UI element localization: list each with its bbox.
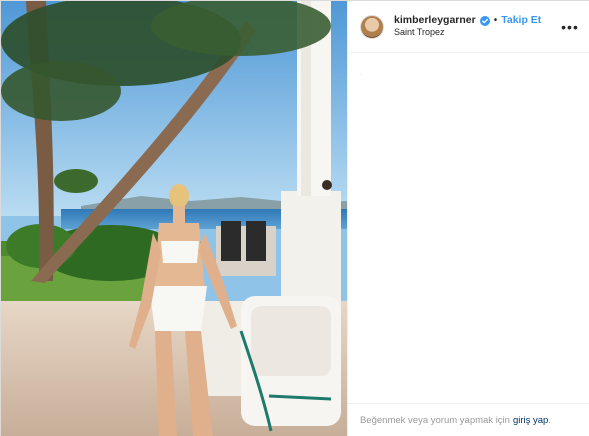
author-row: kimberleygarner • Takip Et bbox=[394, 14, 561, 27]
separator-dot: • bbox=[493, 14, 498, 26]
photo-scene bbox=[1, 1, 347, 436]
more-options-icon[interactable]: ••• bbox=[561, 19, 579, 35]
post-photo[interactable] bbox=[1, 1, 347, 436]
login-prompt: Beğenmek veya yorum yapmak için giriş ya… bbox=[348, 403, 589, 436]
post-sidebar: kimberleygarner • Takip Et Saint Tropez … bbox=[347, 1, 589, 436]
username-link[interactable]: kimberleygarner bbox=[394, 14, 476, 27]
login-link[interactable]: giriş yap bbox=[513, 415, 548, 426]
verified-badge-icon bbox=[479, 15, 490, 26]
location-link[interactable]: Saint Tropez bbox=[394, 27, 561, 38]
comment-area bbox=[360, 74, 361, 75]
avatar[interactable] bbox=[360, 14, 384, 39]
post-header: kimberleygarner • Takip Et Saint Tropez … bbox=[348, 1, 589, 53]
instagram-post: kimberleygarner • Takip Et Saint Tropez … bbox=[0, 0, 589, 436]
login-prompt-text: Beğenmek veya yorum yapmak için bbox=[360, 415, 510, 426]
author-info: kimberleygarner • Takip Et Saint Tropez bbox=[394, 14, 561, 38]
follow-button[interactable]: Takip Et bbox=[501, 14, 541, 27]
login-prompt-end: . bbox=[548, 415, 551, 426]
